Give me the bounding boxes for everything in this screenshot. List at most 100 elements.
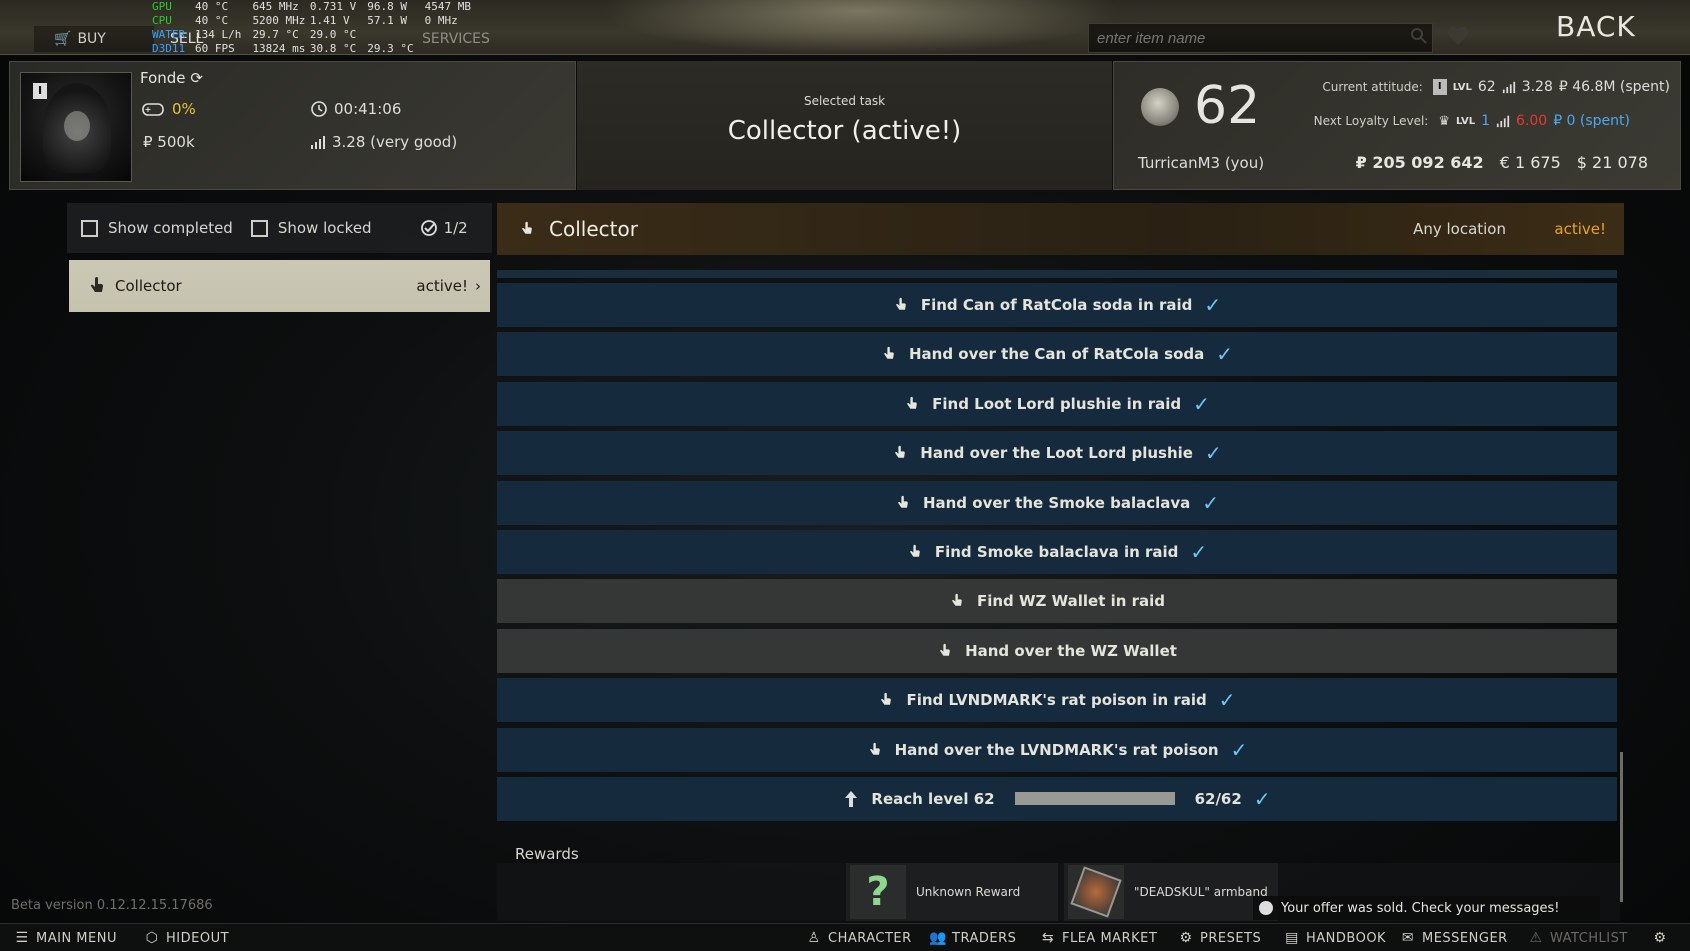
current-rep: 3.28 [1521,79,1553,95]
hand-pointer-icon [91,277,103,292]
level-objective: Reach level 62 62/62 ✓ [497,776,1617,821]
hw-value: 13824 ms [252,42,306,55]
handbook-button[interactable]: ▤ HANDBOOK [1284,928,1386,948]
hand-pointer-icon [910,544,920,557]
next-loyalty-row: Next Loyalty Level: ♛ LVL 1 6.00 ₽ 0 (sp… [1314,113,1630,129]
hand-pointer-icon [952,594,962,607]
euros-balance: € 1 675 [1499,153,1561,172]
pmc-percent: 0% [172,100,196,118]
traders-icon: 👥 [929,930,947,946]
objective-text: Find Smoke balaclava in raid [934,542,1179,561]
hw-value: 645 MHz [252,0,299,13]
beta-version: Beta version 0.12.12.15.17686 [11,898,213,913]
check-icon: ✓ [1193,391,1210,416]
objective-text: Find WZ Wallet in raid [976,592,1166,611]
hw-value: 134 L/h [195,28,242,41]
hw-value: 96.8 W [367,0,407,13]
show-locked-label: Show locked [277,219,372,237]
presets-icon: ⚙ [1179,930,1193,946]
hand-pointer-icon [895,445,906,458]
crown-icon: ♛ [1438,113,1450,129]
back-button[interactable]: BACK [1556,10,1636,43]
check-icon: ✓ [1230,737,1248,762]
task-item-name: Collector [115,277,182,295]
current-lvl: 62 [1477,79,1496,95]
objective-row: Find Loot Lord plushie in raid ✓ [497,381,1617,426]
check-icon: ✓ [1218,688,1236,713]
objective-row: Hand over the Loot Lord plushie ✓ [497,431,1617,476]
check-icon: ✓ [1216,342,1234,367]
objective-row: Find LVNDMARK's rat poison in raid ✓ [497,678,1617,723]
clock-icon [311,101,327,117]
hw-value: 4547 MB [424,0,471,13]
flea-market-button[interactable]: ⇆ FLEA MARKET [1040,928,1157,948]
level-progress-text: 62/62 [1194,789,1242,808]
watchlist-button[interactable]: ⚠ WATCHLIST [1528,928,1628,948]
notification-toast[interactable]: Your offer was sold. Check your messages… [1253,896,1600,920]
task-status: active! [1554,220,1606,238]
heart-icon[interactable] [1446,25,1470,47]
next-spent: ₽ 0 (spent) [1553,113,1630,129]
standing-icon [1502,81,1515,94]
task-list-item[interactable]: Collector active! › [69,260,490,312]
tab-buy-label: BUY [77,31,106,47]
search-icon[interactable] [1410,27,1428,45]
rating-stat: 3.28 (very good) [310,133,457,151]
check-icon: ✓ [1202,490,1220,515]
hw-value: 40 °C [195,0,229,13]
presets-button[interactable]: ⚙ PRESETS [1178,928,1261,948]
character-button[interactable]: ♙ CHARACTER [806,928,912,948]
hw-value [367,28,424,42]
objective-text: Hand over the Smoke balaclava [922,493,1191,512]
rating-value: 3.28 (very good) [332,133,458,151]
tab-buy[interactable]: 🛒 BUY [34,26,154,52]
check-icon: ✓ [1253,786,1271,811]
hand-pointer-icon [940,643,950,656]
reward-item[interactable]: ? Unknown Reward [846,863,1058,921]
main-menu-button[interactable]: ☰ MAIN MENU [14,928,117,948]
lvl-prefix: LVL [1456,115,1476,127]
current-attitude-row: Current attitude: I LVL 62 3.28 ₽ 46.8M … [1322,79,1670,95]
task-detail-name: Collector [549,217,638,241]
show-locked-checkbox[interactable]: Show locked [250,219,372,237]
objectives-scrollbar[interactable] [1620,752,1623,902]
current-spent: ₽ 46.8M (spent) [1558,79,1670,95]
objective-text: Find LVNDMARK's rat poison in raid [906,691,1207,710]
character-icon: ♙ [807,930,821,946]
traders-button[interactable]: 👥 TRADERS [929,928,1016,948]
hand-pointer-icon [522,221,532,234]
hw-value: 40 °C [195,14,229,27]
hw-value: 29.7 °C [252,28,299,41]
hw-row: D3D11 60 FPS 13824 ms 30.8 °C 29.3 °C [152,42,482,56]
time-stat: 00:41:06 [310,100,401,118]
hw-value: 29.3 °C [367,42,414,55]
handbook-icon: ▤ [1285,930,1299,946]
currency-balances: ₽ 205 092 642 € 1 675 $ 21 078 [1356,153,1648,172]
objective-separator [497,270,1617,278]
player-nickname: Fonde ⟳ [140,69,203,87]
rating-bars-icon [311,136,325,149]
show-completed-checkbox[interactable]: Show completed [81,219,233,237]
gamepad-icon [142,103,164,116]
task-filter-bar: Show completed Show locked 1/2 [67,203,492,253]
task-count-value: 1/2 [443,219,468,237]
reward-item[interactable]: "DEADSKUL" armband [1064,863,1278,921]
check-icon: ✓ [1204,293,1222,317]
hand-pointer-icon [881,692,892,705]
cart-icon: 🛒 [54,31,72,47]
objective-row: Hand over the Smoke balaclava ✓ [497,480,1617,525]
hideout-button[interactable]: ⬡ HIDEOUT [144,928,229,948]
hw-value: 60 FPS [195,42,235,55]
objective-row: Find WZ Wallet in raid [497,579,1617,624]
messenger-button[interactable]: ✉ MESSENGER [1400,928,1508,948]
hw-value: 1.41 V [309,14,350,27]
avatar: I [20,72,132,182]
trader-portrait [1141,88,1179,126]
objective-row: Find Can of RatCola soda in raid ✓ [497,283,1617,327]
settings-button[interactable]: ⚙ [1652,928,1668,948]
item-search-input[interactable] [1088,23,1433,53]
hand-pointer-icon [884,347,894,360]
notification-text: Your offer was sold. Check your messages… [1281,900,1560,916]
gear-icon: ⚙ [1653,930,1667,946]
hideout-icon: ⬡ [145,930,159,946]
